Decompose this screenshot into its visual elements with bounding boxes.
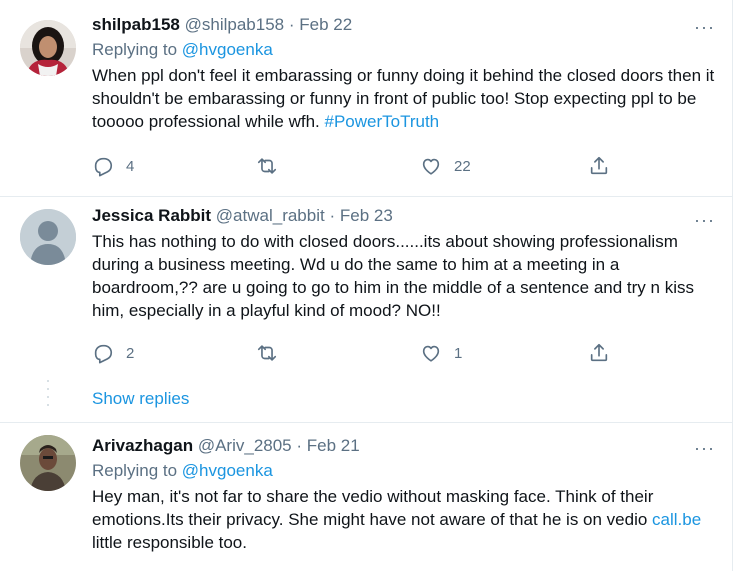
retweet-button[interactable]	[256, 341, 290, 365]
tweet-text: Hey man, it's not far to share the vedio…	[92, 485, 715, 554]
tweet-actions: 4 22	[92, 154, 612, 178]
like-icon	[422, 158, 440, 175]
retweet-button[interactable]	[256, 154, 290, 178]
show-replies-link[interactable]: Show replies	[92, 388, 189, 410]
share-button[interactable]	[588, 154, 610, 178]
tweet-actions: 2 1	[92, 341, 612, 365]
like-button[interactable]: 1	[420, 341, 462, 365]
reply-count: 4	[126, 157, 135, 175]
user-handle[interactable]: @atwal_rabbit	[216, 206, 325, 225]
replying-prefix: Replying to	[92, 461, 178, 480]
tweet-date[interactable]: Feb 23	[340, 206, 393, 225]
reply-count: 2	[126, 344, 135, 362]
like-button[interactable]: 22	[420, 154, 471, 178]
tweet-body: Hey man, it's not far to share the vedio…	[92, 487, 654, 529]
reply-icon	[94, 157, 113, 177]
tweet-header: Jessica Rabbit @atwal_rabbit · Feb 23	[92, 205, 715, 227]
retweet-icon	[257, 158, 277, 174]
reply-button[interactable]: 2	[92, 341, 134, 365]
separator-dot: ·	[329, 206, 336, 225]
display-name[interactable]: Arivazhagan	[92, 436, 193, 455]
separator-dot: ·	[296, 436, 303, 455]
user-photo	[20, 20, 76, 76]
tweet-body: This has nothing to do with closed doors…	[92, 232, 694, 320]
reply-icon	[94, 344, 113, 364]
timeline: shilpab158 @shilpab158 · Feb 22 ··· Repl…	[0, 0, 733, 571]
reply-button[interactable]: 4	[92, 154, 134, 178]
tweet-date[interactable]: Feb 22	[299, 15, 352, 34]
tweet-text: This has nothing to do with closed doors…	[92, 230, 715, 322]
avatar[interactable]	[20, 435, 76, 491]
replying-prefix: Replying to	[92, 40, 178, 59]
avatar[interactable]	[20, 209, 76, 265]
replying-to: Replying to @hvgoenka	[92, 459, 715, 483]
like-icon	[422, 345, 440, 362]
display-name[interactable]: Jessica Rabbit	[92, 206, 211, 225]
retweet-icon	[257, 345, 277, 361]
default-avatar-icon	[20, 209, 76, 265]
tweet-date[interactable]: Feb 21	[307, 436, 360, 455]
replying-to: Replying to @hvgoenka	[92, 38, 715, 62]
more-icon[interactable]: ···	[694, 211, 715, 229]
thread-connector	[47, 380, 49, 410]
more-icon[interactable]: ···	[694, 18, 715, 36]
tweet-arivazhagan[interactable]: Arivazhagan @Ariv_2805 · Feb 21 ··· Repl…	[0, 423, 733, 571]
display-name[interactable]: shilpab158	[92, 15, 180, 34]
share-icon	[590, 156, 608, 175]
tweet-header: Arivazhagan @Ariv_2805 · Feb 21	[92, 435, 715, 457]
separator-dot: ·	[288, 15, 295, 34]
tweet-header: shilpab158 @shilpab158 · Feb 22	[92, 14, 715, 36]
user-handle[interactable]: @shilpab158	[185, 15, 285, 34]
mention-link[interactable]: @hvgoenka	[182, 461, 273, 480]
like-count: 1	[454, 344, 463, 362]
share-icon	[590, 343, 608, 362]
tweet-shilpab158[interactable]: shilpab158 @shilpab158 · Feb 22 ··· Repl…	[0, 0, 733, 196]
hashtag-link[interactable]: #PowerToTruth	[324, 112, 439, 131]
tweet-text: When ppl don't feel it embarassing or fu…	[92, 64, 715, 133]
tweet-jessica-rabbit[interactable]: Jessica Rabbit @atwal_rabbit · Feb 23 ··…	[0, 197, 733, 375]
user-photo	[20, 435, 76, 491]
tweet-body-end: little responsible too.	[92, 533, 247, 552]
more-icon[interactable]: ···	[694, 439, 715, 457]
url-link[interactable]: call.be	[652, 510, 701, 529]
like-count: 22	[454, 157, 471, 175]
avatar[interactable]	[20, 20, 76, 76]
share-button[interactable]	[588, 341, 610, 365]
mention-link[interactable]: @hvgoenka	[182, 40, 273, 59]
user-handle[interactable]: @Ariv_2805	[198, 436, 292, 455]
